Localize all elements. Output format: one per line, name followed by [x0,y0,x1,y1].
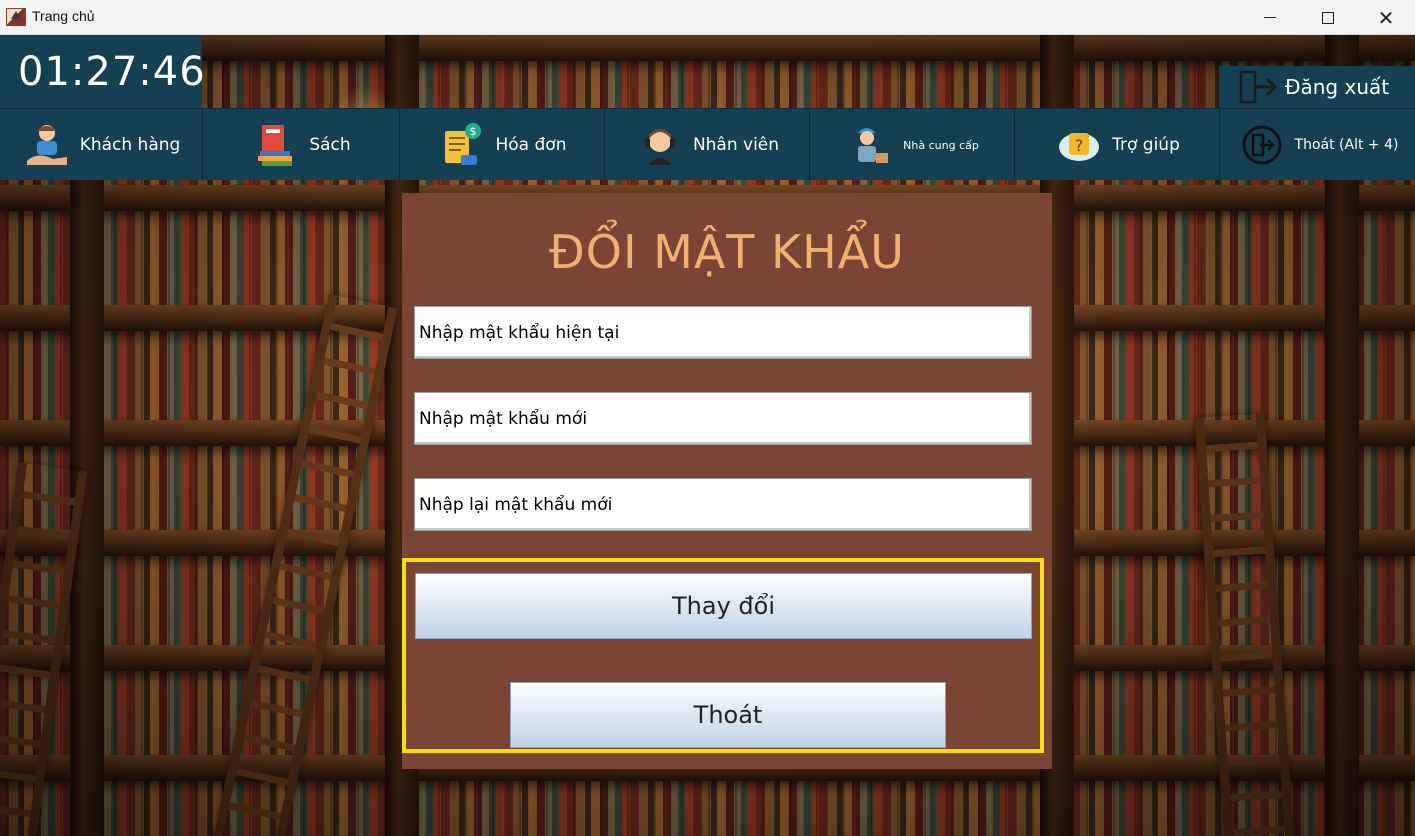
change-password-dialog: ĐỔI MẬT KHẨU Thay đổi Thoát [402,193,1052,769]
menu-label-exit: Thoát (Alt + 4) [1294,137,1399,153]
close-icon: ✕ [1377,5,1395,30]
menu-label-customers: Khách hàng [79,135,181,155]
menu-item-customers[interactable]: Khách hàng [0,109,203,181]
confirm-password-field[interactable] [414,478,1032,531]
maximize-icon [1322,11,1334,24]
invoice-icon: $ [438,120,488,170]
svg-text:$: $ [469,125,476,138]
menu-label-invoices: Hóa đơn [495,135,567,155]
maximize-button[interactable] [1299,0,1357,35]
dialog-title: ĐỔI MẬT KHẨU [549,225,905,279]
customer-icon [22,120,72,170]
new-password-field[interactable] [414,392,1032,445]
menu-item-suppliers[interactable]: Nhà cung cấp [810,109,1015,181]
app-icon [6,8,26,26]
close-window-button[interactable]: ✕ [1357,0,1415,35]
minimize-icon [1264,17,1276,18]
logout-door-icon [1239,70,1279,104]
svg-text:?: ? [1075,136,1084,155]
books-icon [251,120,301,170]
menu-item-help[interactable]: ? Trợ giúp [1015,109,1220,181]
main-menu-bar: Khách hàng Sách $ Hóa đơn Nhân viên Nhà … [0,108,1415,181]
menu-label-help: Trợ giúp [1112,135,1180,155]
window-title: Trang chủ [32,8,95,24]
menu-label-suppliers: Nhà cung cấp [903,138,979,152]
supplier-icon [845,120,895,170]
menu-label-staff: Nhân viên [692,135,780,155]
menu-item-invoices[interactable]: $ Hóa đơn [400,109,605,181]
exit-dialog-button[interactable]: Thoát [510,682,946,748]
logout-label: Đăng xuất [1285,75,1390,99]
change-password-button[interactable]: Thay đổi [415,573,1032,639]
clock-display: 01:27:46 [0,35,205,108]
help-icon: ? [1054,120,1104,170]
current-password-field[interactable] [414,306,1032,359]
menu-item-staff[interactable]: Nhân viên [605,109,810,181]
staff-headset-icon [635,120,685,170]
logout-button[interactable]: Đăng xuất [1219,66,1415,108]
menu-item-exit[interactable]: Thoát (Alt + 4) [1220,109,1415,181]
exit-icon [1237,120,1287,170]
minimize-button[interactable] [1241,0,1299,35]
menu-item-books[interactable]: Sách [203,109,400,181]
window-title-bar: Trang chủ ✕ [0,0,1415,35]
menu-label-books: Sách [309,135,351,155]
